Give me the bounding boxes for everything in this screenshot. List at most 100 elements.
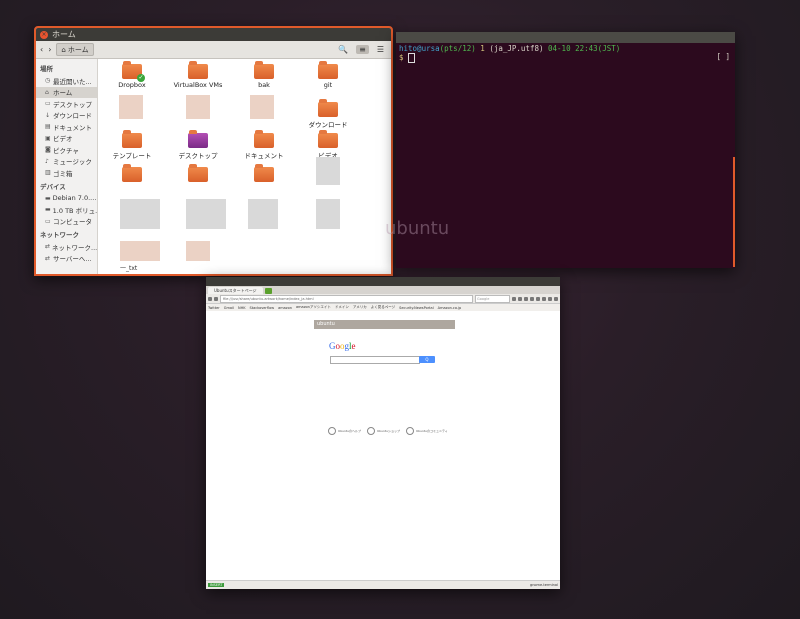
sidebar-item-server[interactable]: ⇄ サーバーへ...	[36, 253, 97, 265]
google-search-button[interactable]: Q	[419, 356, 435, 363]
back-icon[interactable]	[208, 296, 212, 301]
video-folder-icon	[318, 130, 338, 148]
terminal-titlebar[interactable]	[396, 32, 735, 43]
addon-icon[interactable]	[530, 296, 534, 301]
blurred-item[interactable]	[186, 95, 210, 119]
addon-icon[interactable]	[524, 296, 528, 301]
reload-icon[interactable]	[214, 296, 218, 301]
bookmark[interactable]: Twitter	[208, 306, 220, 310]
folder-bak[interactable]: bak	[231, 61, 297, 89]
bookmark[interactable]: amazonアソシエイト	[296, 305, 331, 310]
drive-icon: ▬	[45, 206, 51, 214]
link-shop[interactable]: Ubuntuショップ	[366, 427, 400, 435]
sidebar-item-music[interactable]: ♪ ミュージック	[36, 156, 97, 168]
command-line[interactable]: $	[399, 53, 732, 63]
sidebar-item-pictures[interactable]: ◙ ピクチャ	[36, 144, 97, 156]
folder-blurred[interactable]	[99, 164, 165, 184]
bookmark[interactable]: アメリカ	[353, 305, 367, 310]
blurred-item[interactable]	[250, 95, 274, 119]
folder-icon	[122, 164, 142, 182]
bookmark[interactable]: Security.NewsPortal	[399, 306, 434, 310]
folder-desktop[interactable]: デスクトップ	[165, 130, 231, 160]
bookmark[interactable]: Stackoverflow	[250, 306, 275, 310]
bookmark[interactable]: NHK	[238, 306, 246, 310]
fm-titlebar[interactable]: × ホーム	[36, 28, 391, 41]
sidebar-item-network[interactable]: ⇄ ネットワーク...	[36, 241, 97, 253]
addon-icon[interactable]	[536, 296, 540, 301]
folder-virtualbox[interactable]: VirtualBox VMs	[165, 61, 231, 89]
home-icon: ⌂	[45, 88, 49, 96]
bookmark[interactable]: よく見るページ	[371, 305, 395, 310]
help-icon	[328, 427, 336, 435]
terminal-output[interactable]: hito@ursa(pts/12) 1 (ja_JP.utf8) 04-10 2…	[396, 43, 735, 64]
sidebar-item-desktop[interactable]: ▭ デスクトップ	[36, 98, 97, 110]
new-tab-icon[interactable]	[264, 288, 272, 294]
bookmark[interactable]: Gmail	[224, 306, 234, 310]
search-input[interactable]: Google	[475, 294, 510, 303]
sidebar-item-trash[interactable]: ▥ ゴミ箱	[36, 167, 97, 179]
blurred-item[interactable]	[119, 95, 143, 119]
folder-documents[interactable]: ドキュメント	[231, 130, 297, 160]
close-icon[interactable]: ×	[40, 30, 48, 39]
addon-icon[interactable]	[542, 296, 546, 301]
bookmark[interactable]: amazon	[278, 306, 292, 310]
forward-arrow-icon[interactable]: ›	[48, 45, 51, 54]
window-indicator: [ ]	[716, 52, 730, 61]
page-content: ubuntu Google Q Ubuntuのヘルプ Ubuntuショップ Ub…	[206, 311, 560, 581]
sidebar-item-home[interactable]: ⌂ ホーム	[36, 86, 97, 98]
sidebar-item-volume[interactable]: ▬ 1.0 TB ボリュ...	[36, 204, 97, 216]
blurred-item[interactable]	[186, 241, 210, 261]
blurred-item[interactable]	[120, 241, 160, 261]
desktop-icon: ▭	[45, 100, 51, 108]
document-icon: ▤	[45, 123, 51, 131]
folder-icon: ✓	[122, 61, 145, 82]
shop-icon	[366, 427, 375, 435]
sidebar-item-videos[interactable]: ▣ ビデオ	[36, 133, 97, 145]
link-community[interactable]: Ubuntuのコミュニティ	[405, 427, 448, 435]
list-view-icon[interactable]: ≡	[356, 45, 369, 54]
blurred-item[interactable]	[120, 199, 160, 229]
blurred-item[interactable]	[316, 199, 340, 229]
google-search-input[interactable]	[330, 356, 420, 364]
sidebar-item-recent[interactable]: ◷ 最近開いた...	[36, 75, 97, 87]
addon-icon[interactable]	[518, 296, 522, 301]
community-icon	[405, 427, 414, 435]
menu-icon[interactable]	[554, 296, 558, 301]
sidebar-item-computer[interactable]: ▭ コンピュータ	[36, 216, 97, 228]
folder-blurred[interactable]	[231, 164, 297, 184]
cursor	[408, 53, 416, 63]
menu-icon[interactable]: ☰	[374, 45, 387, 54]
browser-window[interactable]: Ubuntuスタートページ file:///usr/share/ubuntu-a…	[206, 277, 560, 589]
folder-downloads[interactable]: ダウンロード	[295, 99, 361, 129]
partial-file-label: 一_txt	[120, 265, 138, 272]
file-manager-window[interactable]: × ホーム ‹ › ⌂ ホーム 🔍 ≡ ☰ 場所 ◷ 最近開いた... ⌂ ホーム …	[34, 26, 393, 276]
addon-icon[interactable]	[548, 296, 552, 301]
back-arrow-icon[interactable]: ‹	[40, 45, 43, 54]
folder-git[interactable]: git	[295, 61, 361, 89]
folder-templates[interactable]: テンプレート	[99, 130, 165, 160]
search-icon[interactable]: 🔍	[335, 45, 351, 54]
link-help[interactable]: Ubuntuのヘルプ	[328, 427, 361, 435]
bookmark[interactable]: ドメイン	[335, 305, 349, 310]
sidebar-heading-network: ネットワーク	[40, 231, 79, 239]
bookmark[interactable]: Amazon.co.jp	[438, 306, 462, 310]
download-folder-icon	[318, 99, 338, 117]
addon-icon[interactable]	[512, 296, 516, 301]
browser-titlebar[interactable]	[206, 277, 560, 286]
sidebar-item-documents[interactable]: ▤ ドキュメント	[36, 121, 97, 133]
desktop-folder-icon	[188, 130, 208, 148]
blurred-item[interactable]	[186, 199, 226, 229]
folder-blurred[interactable]	[165, 164, 231, 184]
url-bar[interactable]: file:///usr/share/ubuntu-artwork/home/in…	[220, 294, 473, 303]
breadcrumb[interactable]: ⌂ ホーム	[56, 43, 94, 56]
browser-tab[interactable]: Ubuntuスタートページ	[208, 287, 263, 294]
video-icon: ▣	[45, 134, 51, 142]
folder-dropbox[interactable]: ✓ Dropbox	[99, 61, 165, 89]
sidebar-item-debian[interactable]: ▬ Debian 7.0....	[36, 193, 97, 205]
clock-icon: ◷	[45, 77, 51, 85]
blurred-item[interactable]	[316, 157, 340, 185]
scrollbar[interactable]	[733, 157, 735, 267]
sidebar-item-downloads[interactable]: ↓ ダウンロード	[36, 110, 97, 122]
blurred-item[interactable]	[248, 199, 278, 229]
folder-videos[interactable]: ビデオ	[295, 130, 361, 160]
